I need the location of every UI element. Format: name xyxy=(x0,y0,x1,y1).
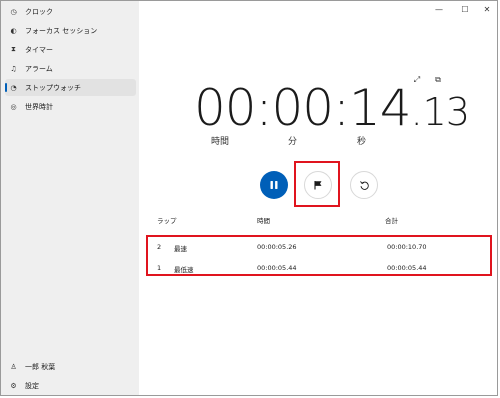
reset-button[interactable] xyxy=(350,171,378,199)
sidebar-item-alarm[interactable]: ♫ アラーム xyxy=(5,60,136,77)
sidebar-item-clock[interactable]: ◷ クロック xyxy=(5,3,136,20)
person-icon: ♙ xyxy=(10,362,17,371)
unit-seconds-label: 秒 xyxy=(357,137,367,147)
user-name: 一郎 秋葉 xyxy=(25,362,56,371)
lap-button-highlight xyxy=(294,161,340,207)
maximize-button[interactable]: ☐ xyxy=(455,2,475,16)
stopwatch-page: — ☐ ✕ ⤢ ⧉ 00:00:14 . 13 時間 分 秒 ラップ 時間 合計… xyxy=(139,1,497,395)
pause-icon xyxy=(270,181,278,189)
hourglass-icon: ⧗ xyxy=(11,45,16,53)
pause-button[interactable] xyxy=(260,171,288,199)
sidebar-item-label: タイマー xyxy=(25,45,53,54)
clock-app-window: ◷ クロック ◐ フォーカス セッション ⧗ タイマー ♫ アラーム ◔ ストッ… xyxy=(0,0,498,396)
sidebar-item-world-clock[interactable]: ◎ 世界時計 xyxy=(5,98,136,115)
sidebar-item-label: フォーカス セッション xyxy=(25,26,98,35)
clock-app-icon: ◷ xyxy=(10,7,17,16)
sidebar-item-label: 世界時計 xyxy=(25,102,53,111)
focus-icon: ◐ xyxy=(10,26,17,35)
column-header-time: 時間 xyxy=(257,217,270,225)
globe-icon: ◎ xyxy=(10,102,17,111)
column-header-total: 合計 xyxy=(385,217,398,225)
unit-minutes-label: 分 xyxy=(288,137,298,147)
laps-table-highlight xyxy=(146,235,492,276)
sidebar-item-label: アラーム xyxy=(25,64,53,73)
column-header-lap: ラップ xyxy=(157,217,177,225)
stopwatch-icon: ◔ xyxy=(10,83,17,92)
elapsed-time-fraction: 13 xyxy=(422,90,470,134)
sidebar-item-stopwatch[interactable]: ◔ ストップウォッチ xyxy=(5,79,136,96)
sidebar-item-label: クロック xyxy=(25,7,53,16)
reset-icon xyxy=(359,180,369,190)
sidebar-user-account[interactable]: ♙ 一郎 秋葉 xyxy=(5,358,136,375)
sidebar-item-label: ストップウォッチ xyxy=(25,83,81,92)
unit-hours-label: 時間 xyxy=(211,137,230,147)
active-indicator xyxy=(5,83,7,92)
sidebar-item-timer[interactable]: ⧗ タイマー xyxy=(5,41,136,58)
close-button[interactable]: ✕ xyxy=(477,2,497,16)
elapsed-time-display: 00:00:14 . 13 xyxy=(194,79,470,139)
sidebar-item-label: 設定 xyxy=(25,381,39,390)
sidebar-item-settings[interactable]: ⚙ 設定 xyxy=(5,377,136,394)
elapsed-time-main: 00:00:14 xyxy=(194,79,412,137)
bell-icon: ♫ xyxy=(10,64,17,73)
gear-icon: ⚙ xyxy=(10,381,17,390)
elapsed-time-dot: . xyxy=(410,90,423,134)
minimize-button[interactable]: — xyxy=(429,2,449,16)
sidebar: ◷ クロック ◐ フォーカス セッション ⧗ タイマー ♫ アラーム ◔ ストッ… xyxy=(1,1,139,395)
sidebar-item-focus-sessions[interactable]: ◐ フォーカス セッション xyxy=(5,22,136,39)
